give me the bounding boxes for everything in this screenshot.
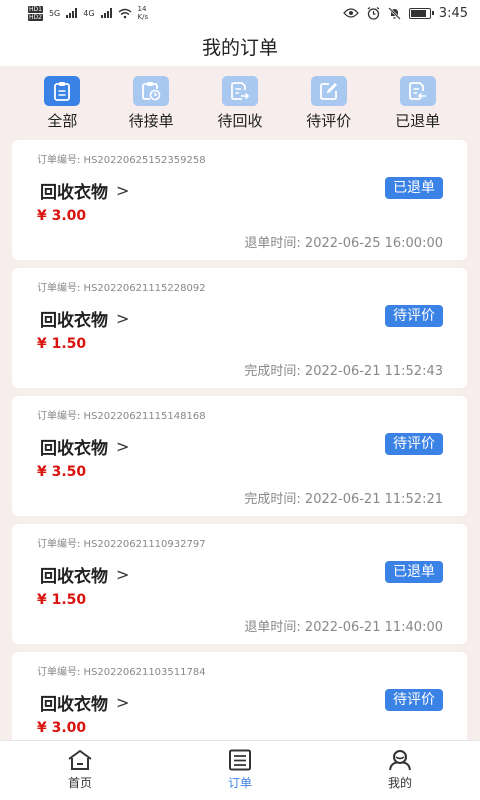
edit-icon — [310, 76, 347, 106]
status-badge: 待评价 — [385, 689, 443, 711]
order-title: 回收衣物 — [40, 567, 108, 587]
order-title-link[interactable]: 回收衣物 > — [40, 434, 129, 459]
bottom-nav: 首页 订单 我的 — [0, 740, 480, 800]
speed-value: 14 — [137, 5, 147, 13]
tab-pending-recycle[interactable]: 待回收 — [200, 66, 280, 132]
tab-label: 已退单 — [395, 112, 441, 130]
battery-icon — [408, 7, 434, 19]
chevron-right-icon: > — [116, 565, 130, 584]
order-card[interactable]: 订单编号: HS20220625152359258 回收衣物 > 已退单 ¥ 3.… — [12, 140, 467, 260]
alarm-icon — [367, 6, 380, 20]
hd1-badge: HD1 — [28, 5, 43, 13]
order-price: ¥ 3.50 — [37, 464, 87, 480]
order-title-link[interactable]: 回收衣物 > — [40, 306, 129, 331]
tab-label: 全部 — [47, 112, 78, 130]
order-price: ¥ 1.50 — [37, 592, 87, 608]
tab-pending-accept[interactable]: 待接单 — [111, 66, 191, 132]
nav-mine[interactable]: 我的 — [350, 741, 450, 800]
network-type-1: 5G — [48, 8, 61, 18]
order-number: 订单编号: HS20220625152359258 — [37, 155, 206, 166]
eye-icon — [342, 8, 359, 18]
status-bar: HD1 HD2 5G 4G 14 K/s 3:45 — [0, 0, 480, 26]
order-title: 回收衣物 — [40, 439, 108, 459]
clipboard-icon — [44, 76, 81, 106]
order-title-link[interactable]: 回收衣物 > — [40, 562, 129, 587]
network-type-2: 4G — [83, 8, 95, 18]
network-speed: 14 K/s — [138, 5, 149, 21]
tab-label: 待评价 — [306, 112, 352, 130]
tab-label: 待接单 — [128, 112, 174, 130]
order-number: 订单编号: HS20220621103511784 — [37, 667, 206, 678]
chevron-right-icon: > — [116, 693, 130, 712]
page-title: 我的订单 — [0, 26, 480, 66]
tab-pending-review[interactable]: 待评价 — [289, 66, 369, 132]
nav-home[interactable]: 首页 — [30, 741, 130, 800]
order-price: ¥ 1.50 — [37, 336, 87, 352]
order-title: 回收衣物 — [40, 311, 108, 331]
tab-refunded[interactable]: 已退单 — [378, 66, 458, 132]
order-title: 回收衣物 — [40, 183, 108, 203]
document-return-icon — [399, 76, 436, 106]
order-tabs: 全部 待接单 待回收 待评价 已退单 — [0, 66, 480, 132]
home-icon — [68, 750, 92, 770]
order-number: 订单编号: HS20220621115148168 — [37, 411, 206, 422]
order-card[interactable]: 订单编号: HS20220621115148168 回收衣物 > 待评价 ¥ 3.… — [12, 396, 467, 516]
order-number: 订单编号: HS20220621110932797 — [37, 539, 206, 550]
order-card[interactable]: 订单编号: HS20220621110932797 回收衣物 > 已退单 ¥ 1.… — [12, 524, 467, 644]
tab-all[interactable]: 全部 — [22, 66, 102, 132]
order-list-icon — [229, 749, 251, 771]
nav-label: 订单 — [227, 776, 252, 790]
clipboard-clock-icon — [133, 76, 170, 106]
tab-label: 待回收 — [217, 112, 263, 130]
chevron-right-icon: > — [116, 437, 130, 456]
chevron-right-icon: > — [116, 181, 130, 200]
signal-icon-2 — [100, 8, 112, 18]
status-badge: 待评价 — [385, 305, 443, 327]
mute-bell-icon — [387, 6, 401, 20]
speed-unit: K/s — [137, 13, 149, 21]
order-time: 退单时间: 2022-06-25 16:00:00 — [244, 236, 443, 251]
order-time: 完成时间: 2022-06-21 11:52:43 — [244, 364, 443, 379]
order-price: ¥ 3.00 — [37, 208, 87, 224]
order-time: 完成时间: 2022-06-21 11:52:21 — [244, 492, 443, 507]
status-badge: 已退单 — [385, 561, 443, 583]
order-title-link[interactable]: 回收衣物 > — [40, 178, 129, 203]
nav-label: 我的 — [387, 776, 412, 790]
user-icon — [389, 750, 411, 771]
order-card[interactable]: 订单编号: HS20220621115228092 回收衣物 > 待评价 ¥ 1.… — [12, 268, 467, 388]
nav-orders[interactable]: 订单 — [190, 741, 290, 800]
hd2-badge: HD2 — [28, 13, 43, 21]
status-left: HD1 HD2 5G 4G 14 K/s — [28, 5, 148, 21]
clock: 3:45 — [438, 5, 468, 21]
document-export-icon — [221, 76, 258, 106]
status-right: 3:45 — [342, 5, 468, 21]
chevron-right-icon: > — [116, 309, 130, 328]
wifi-icon — [118, 8, 131, 18]
order-number: 订单编号: HS20220621115228092 — [37, 283, 206, 294]
nav-label: 首页 — [67, 776, 92, 790]
order-title-link[interactable]: 回收衣物 > — [40, 690, 129, 715]
hd-indicator: HD1 HD2 — [28, 5, 43, 21]
order-title: 回收衣物 — [40, 695, 108, 715]
order-price: ¥ 3.00 — [37, 720, 87, 736]
status-badge: 已退单 — [385, 177, 443, 199]
order-time: 退单时间: 2022-06-21 11:40:00 — [244, 620, 443, 635]
status-badge: 待评价 — [385, 433, 443, 455]
order-list: 订单编号: HS20220625152359258 回收衣物 > 已退单 ¥ 3.… — [12, 140, 467, 780]
signal-icon — [66, 8, 78, 18]
